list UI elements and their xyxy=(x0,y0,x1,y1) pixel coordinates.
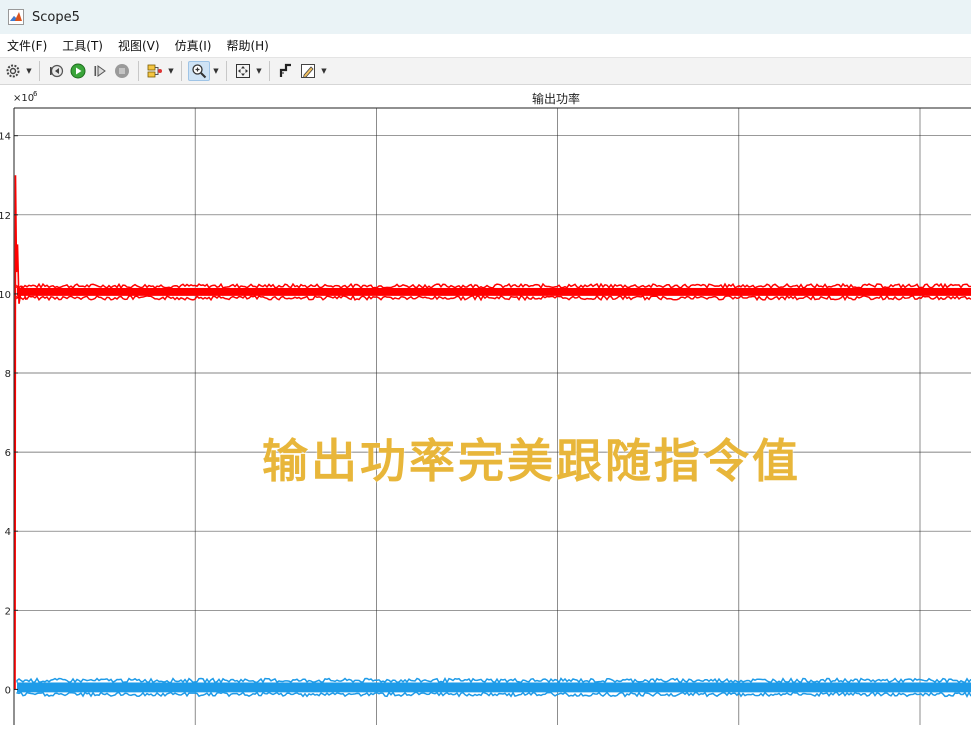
style-dropdown[interactable]: ▼ xyxy=(320,61,328,81)
series-initial-spike xyxy=(14,175,27,690)
title-bar: Scope5 xyxy=(0,0,971,35)
step-back-button[interactable] xyxy=(46,61,66,81)
step-back-icon xyxy=(50,64,64,78)
run-button[interactable] xyxy=(68,61,88,81)
y-tick-label: 10 xyxy=(0,290,11,301)
grid-layer xyxy=(13,107,971,725)
menu-view[interactable]: 视图(V) xyxy=(111,37,168,54)
toolbar-separator xyxy=(181,61,182,81)
scope-plot[interactable]: ×10 6 输出功率 0 2 4 6 8 10 12 14 xyxy=(0,86,971,725)
highlight-icon xyxy=(147,64,162,78)
y-tick-label: 6 xyxy=(5,448,11,459)
series-band-blue xyxy=(17,682,971,693)
window-title: Scope5 xyxy=(32,9,80,25)
series-noise-bottom xyxy=(16,690,971,698)
stop-icon xyxy=(115,64,129,78)
fit-to-view-button[interactable] xyxy=(233,61,253,81)
cursor-measure-icon xyxy=(279,63,291,77)
toolbar-separator xyxy=(269,61,270,81)
menu-help[interactable]: 帮助(H) xyxy=(219,37,276,54)
toolbar-separator xyxy=(39,61,40,81)
menu-bar: 文件(F) 工具(T) 视图(V) 仿真(I) 帮助(H) xyxy=(0,34,971,56)
toolbar-separator xyxy=(138,61,139,81)
menu-tools[interactable]: 工具(T) xyxy=(55,37,111,54)
zoom-in-button[interactable] xyxy=(188,61,210,81)
matlab-app-icon xyxy=(8,9,24,25)
menu-simulation[interactable]: 仿真(I) xyxy=(168,37,220,54)
cursor-measure-button[interactable] xyxy=(276,61,296,81)
style-edit-icon xyxy=(301,64,315,79)
fit-dropdown[interactable]: ▼ xyxy=(255,61,263,81)
run-icon xyxy=(70,63,86,79)
fit-to-view-icon xyxy=(236,64,250,78)
scope-plot-area: ×10 6 输出功率 0 2 4 6 8 10 12 14 xyxy=(0,86,971,725)
menu-file[interactable]: 文件(F) xyxy=(0,37,55,54)
series-noise-top xyxy=(16,677,971,684)
y-tick-label: 14 xyxy=(0,132,11,143)
y-tick-label: 0 xyxy=(5,685,11,696)
y-tick-label: 12 xyxy=(0,211,11,222)
step-forward-button[interactable] xyxy=(90,61,110,81)
y-tick-label: 4 xyxy=(5,527,11,538)
series-noise-bottom xyxy=(16,294,971,302)
overlay-caption: 输出功率完美跟随指令值 xyxy=(262,434,801,488)
highlight-dropdown[interactable]: ▼ xyxy=(167,61,175,81)
plot-title: 输出功率 xyxy=(532,91,580,106)
zoom-dropdown[interactable]: ▼ xyxy=(212,61,220,81)
y-tick-label: 8 xyxy=(5,369,11,380)
style-edit-button[interactable] xyxy=(298,61,318,81)
stop-button[interactable] xyxy=(112,61,132,81)
settings-icon xyxy=(6,64,20,78)
y-exponent-power: 6 xyxy=(33,90,38,98)
y-tick-label: 2 xyxy=(5,606,11,617)
settings-button[interactable] xyxy=(3,61,23,81)
toolbar: ▼ ▼ ▼ ▼ ▼ xyxy=(0,57,971,85)
highlight-button[interactable] xyxy=(145,61,165,81)
zoom-in-icon xyxy=(192,64,207,79)
toolbar-separator xyxy=(226,61,227,81)
series-noise-top xyxy=(16,282,971,290)
settings-dropdown[interactable]: ▼ xyxy=(25,61,33,81)
series-band-red xyxy=(17,287,971,296)
step-forward-icon xyxy=(94,65,106,77)
y-exponent-base: ×10 xyxy=(13,93,34,104)
